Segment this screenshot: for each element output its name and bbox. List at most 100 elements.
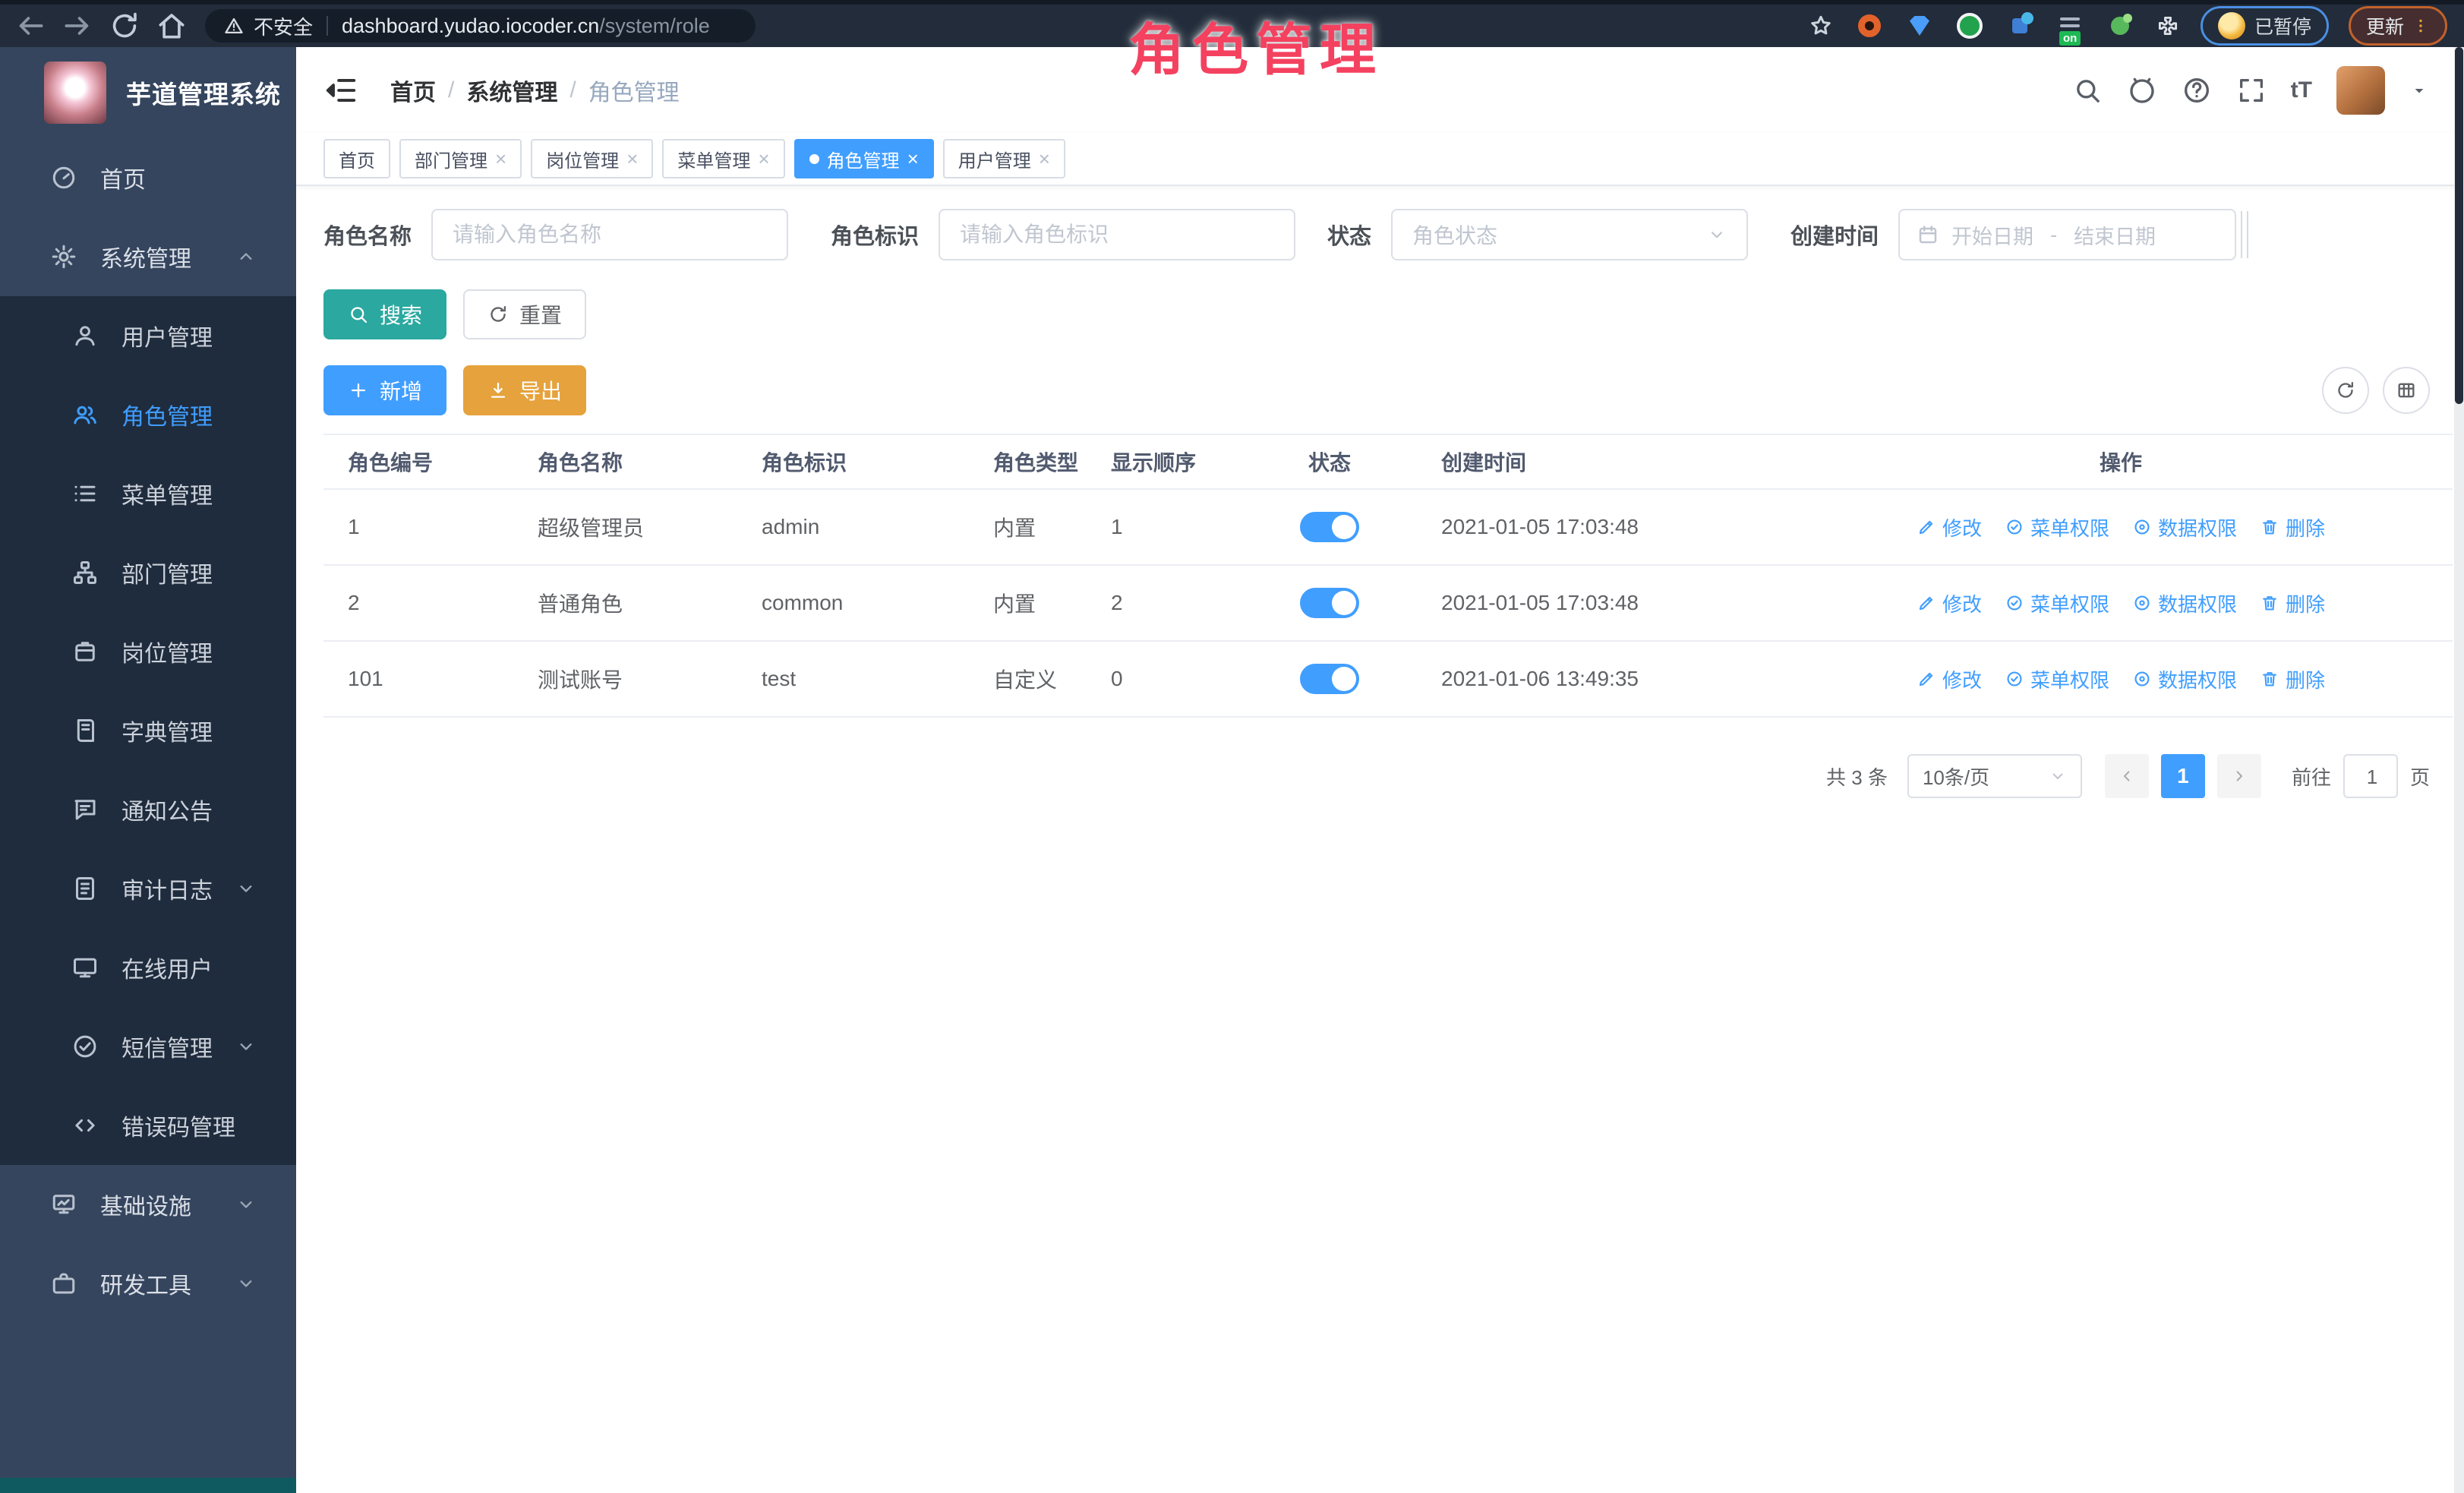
sidebar-item-label: 用户管理 xyxy=(121,319,213,352)
edit-action[interactable]: 修改 xyxy=(1917,513,1982,541)
close-icon[interactable]: × xyxy=(495,149,506,169)
breadcrumb-item[interactable]: 系统管理 xyxy=(466,74,557,107)
edit-icon xyxy=(1917,517,1936,537)
status-toggle[interactable] xyxy=(1300,588,1359,618)
avatar-caret-icon[interactable] xyxy=(2409,80,2429,100)
role-name-input[interactable] xyxy=(433,223,787,247)
sidebar-item-infra[interactable]: 基础设施 xyxy=(0,1165,296,1244)
refresh-table-button[interactable] xyxy=(2322,367,2369,414)
extensions-puzzle-icon[interactable] xyxy=(2155,13,2181,39)
prev-page-button[interactable] xyxy=(2105,754,2149,798)
tag-view-2[interactable]: 部门管理× xyxy=(399,139,522,178)
sidebar-item-doc[interactable]: 审计日志 xyxy=(0,849,296,928)
page-size-select[interactable]: 10条/页 xyxy=(1907,754,2082,798)
update-button[interactable]: 更新 xyxy=(2349,6,2447,46)
delete-action[interactable]: 删除 xyxy=(2260,589,2325,617)
reset-button[interactable]: 重置 xyxy=(463,289,586,339)
tag-view-5[interactable]: 角色管理× xyxy=(794,139,934,178)
next-page-button[interactable] xyxy=(2217,754,2261,798)
browser-menu-kebab-icon[interactable] xyxy=(2412,17,2430,35)
tag-view-1[interactable]: 首页 xyxy=(323,139,390,178)
data-permission-action[interactable]: 数据权限 xyxy=(2132,513,2237,541)
delete-action[interactable]: 删除 xyxy=(2260,513,2325,541)
sidebar-item-tools[interactable]: 研发工具 xyxy=(0,1244,296,1323)
page-number-button[interactable]: 1 xyxy=(2161,754,2205,798)
extension-icon-donut[interactable] xyxy=(1854,11,1885,41)
sidebar-item-chat[interactable]: 通知公告 xyxy=(0,770,296,849)
url-divider xyxy=(327,16,328,36)
users-icon xyxy=(71,401,99,428)
browser-forward-icon[interactable] xyxy=(61,9,94,43)
cell-id: 2 xyxy=(323,591,513,615)
close-icon[interactable]: × xyxy=(1039,149,1050,169)
close-icon[interactable]: × xyxy=(907,149,919,169)
data-permission-action[interactable]: 数据权限 xyxy=(2132,589,2237,617)
sidebar-item-online[interactable]: 在线用户 xyxy=(0,928,296,1007)
sidebar-item-users[interactable]: 角色管理 xyxy=(0,375,296,454)
sidebar-item-msgcheck[interactable]: 短信管理 xyxy=(0,1007,296,1086)
menu-permission-action[interactable]: 菜单权限 xyxy=(2005,589,2109,617)
sidebar-item-list[interactable]: 菜单管理 xyxy=(0,454,296,533)
table-toolbar: 新增 导出 xyxy=(323,365,2453,415)
fullscreen-icon[interactable] xyxy=(2236,75,2267,106)
app-title: 芋道管理系统 xyxy=(126,74,281,111)
sidebar-item-tree[interactable]: 部门管理 xyxy=(0,533,296,612)
sidebar-item-gauge[interactable]: 首页 xyxy=(0,138,296,217)
status-toggle[interactable] xyxy=(1300,512,1359,542)
delete-action[interactable]: 删除 xyxy=(2260,665,2325,693)
edit-icon xyxy=(1917,593,1936,613)
page-scrollbar[interactable] xyxy=(2454,47,2464,1493)
profile-paused-pill[interactable]: 已暂停 xyxy=(2201,6,2329,46)
menu-permission-action[interactable]: 菜单权限 xyxy=(2005,665,2109,693)
sidebar-item-book[interactable]: 字典管理 xyxy=(0,691,296,770)
status-toggle[interactable] xyxy=(1300,664,1359,694)
tag-view-4[interactable]: 菜单管理× xyxy=(662,139,784,178)
edit-action[interactable]: 修改 xyxy=(1917,665,1982,693)
role-key-input[interactable] xyxy=(940,223,1294,247)
search-icon[interactable] xyxy=(2072,75,2103,106)
sidebar-item-gear[interactable]: 系统管理 xyxy=(0,217,296,296)
help-icon[interactable] xyxy=(2182,75,2212,106)
sidebar-fold-icon[interactable] xyxy=(323,73,358,108)
user-avatar[interactable] xyxy=(2336,66,2385,115)
extension-icon-sprout[interactable] xyxy=(2105,11,2135,41)
sidebar-item-code[interactable]: 错误码管理 xyxy=(0,1086,296,1165)
data-permission-action[interactable]: 数据权限 xyxy=(2132,665,2237,693)
scrollbar-thumb[interactable] xyxy=(2455,47,2463,404)
browser-reload-icon[interactable] xyxy=(108,9,141,43)
status-select[interactable]: 角色状态 xyxy=(1391,209,1748,260)
date-range-picker[interactable]: 开始日期 - 结束日期 xyxy=(1898,209,2236,260)
close-icon[interactable]: × xyxy=(626,149,638,169)
menu-permission-action[interactable]: 菜单权限 xyxy=(2005,513,2109,541)
column-header: 创建时间 xyxy=(1417,447,1789,477)
column-header: 状态 xyxy=(1242,447,1417,477)
chevron-down-icon xyxy=(2049,767,2067,785)
search-button[interactable]: 搜索 xyxy=(323,289,446,339)
extension-icon-list[interactable]: on xyxy=(2055,11,2085,41)
role-name-label: 角色名称 xyxy=(323,219,412,251)
breadcrumb-item[interactable]: 首页 xyxy=(390,74,436,107)
address-bar[interactable]: 不安全 dashboard.yudao.iocoder.cn /system/r… xyxy=(205,9,756,43)
font-size-icon[interactable]: tT xyxy=(2291,77,2312,103)
column-settings-button[interactable] xyxy=(2383,367,2430,414)
add-button[interactable]: 新增 xyxy=(323,365,446,415)
extension-icon-duo[interactable] xyxy=(2005,11,2035,41)
edit-action[interactable]: 修改 xyxy=(1917,589,1982,617)
github-icon[interactable] xyxy=(2127,75,2157,106)
sidebar-item-user[interactable]: 用户管理 xyxy=(0,296,296,375)
tag-view-3[interactable]: 岗位管理× xyxy=(531,139,653,178)
book-icon xyxy=(71,717,99,744)
extension-icon-green[interactable] xyxy=(1954,11,1985,41)
tag-view-6[interactable]: 用户管理× xyxy=(943,139,1065,178)
cell-key: test xyxy=(737,667,969,691)
bookmark-star-icon[interactable] xyxy=(1807,12,1835,39)
export-button[interactable]: 导出 xyxy=(463,365,586,415)
close-icon[interactable]: × xyxy=(758,149,769,169)
sidebar-item-badge[interactable]: 岗位管理 xyxy=(0,612,296,691)
infra-icon xyxy=(50,1191,77,1218)
browser-home-icon[interactable] xyxy=(155,9,188,43)
goto-page-input[interactable] xyxy=(2345,756,2399,798)
browser-back-icon[interactable] xyxy=(14,9,47,43)
extension-icon-gem[interactable] xyxy=(1904,11,1935,41)
sidebar-item-label: 在线用户 xyxy=(121,951,213,984)
